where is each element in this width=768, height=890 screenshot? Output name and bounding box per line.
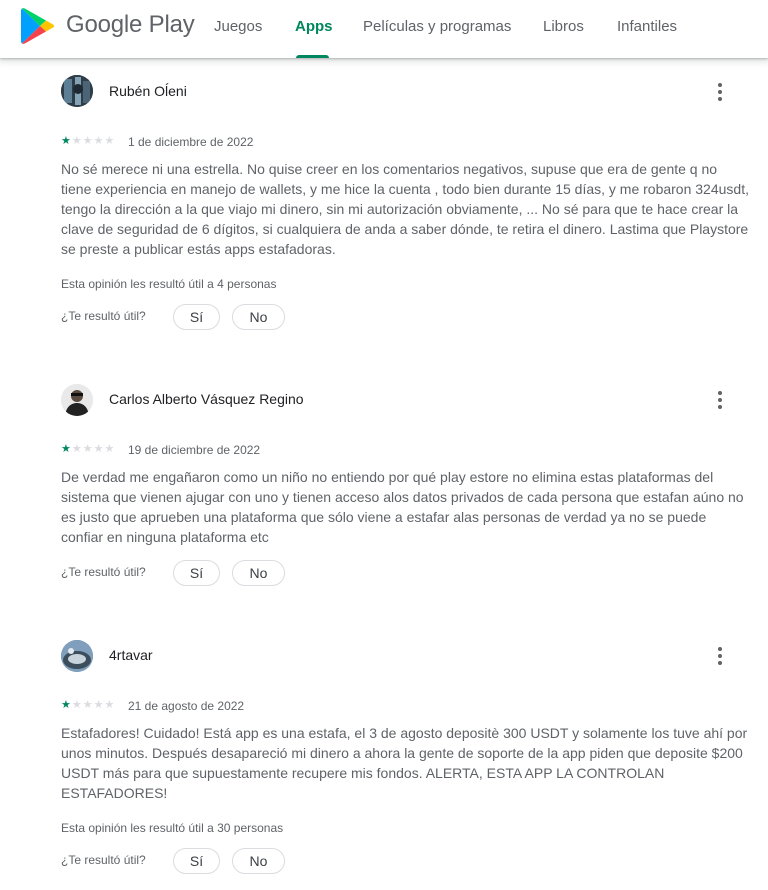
helpful-count: Esta opinión les resultó útil a 30 perso… bbox=[61, 821, 284, 835]
star-empty-icon: ★ bbox=[71, 443, 82, 455]
nav-tab-libros[interactable]: Libros bbox=[543, 18, 584, 35]
review-date: 19 de diciembre de 2022 bbox=[128, 443, 261, 457]
review-date: 21 de agosto de 2022 bbox=[128, 699, 245, 713]
helpful-yes-button[interactable]: Sí bbox=[173, 560, 220, 586]
avatar bbox=[61, 384, 93, 416]
star-empty-icon: ★ bbox=[93, 443, 104, 455]
review-text: De verdad me engañaron como un niño no e… bbox=[61, 469, 744, 545]
star-empty-icon: ★ bbox=[82, 135, 93, 147]
helpful-yes-button[interactable]: Sí bbox=[173, 304, 220, 330]
helpful-question: ¿Te resultó útil? bbox=[61, 309, 146, 323]
top-app-bar: Google Play Juegos Apps Películas y prog… bbox=[0, 0, 768, 58]
star-empty-icon: ★ bbox=[71, 699, 82, 711]
helpful-question: ¿Te resultó útil? bbox=[61, 565, 146, 579]
helpful-no-button[interactable]: No bbox=[232, 304, 285, 330]
google-play-logo-icon[interactable] bbox=[20, 7, 56, 45]
more-options-icon[interactable] bbox=[708, 80, 732, 104]
star-empty-icon: ★ bbox=[104, 443, 115, 455]
nav-tab-peliculas[interactable]: Películas y programas bbox=[363, 18, 511, 35]
star-empty-icon: ★ bbox=[104, 699, 115, 711]
avatar bbox=[61, 75, 93, 107]
nav-tab-juegos[interactable]: Juegos bbox=[214, 18, 262, 35]
review-text: No sé merece ni una estrella. No quise c… bbox=[61, 161, 749, 257]
star-empty-icon: ★ bbox=[82, 443, 93, 455]
helpful-question: ¿Te resultó útil? bbox=[61, 853, 146, 867]
star-filled-icon: ★ bbox=[61, 443, 71, 455]
star-rating: ★ ★ ★ ★ ★ bbox=[61, 700, 114, 711]
helpful-no-button[interactable]: No bbox=[232, 560, 285, 586]
review-text: Estafadores! Cuidado! Está app es una es… bbox=[61, 725, 748, 801]
active-tab-indicator bbox=[296, 55, 329, 58]
star-empty-icon: ★ bbox=[104, 135, 115, 147]
brand-name[interactable]: Google Play bbox=[66, 11, 195, 39]
star-rating: ★ ★ ★ ★ ★ bbox=[61, 136, 114, 147]
star-empty-icon: ★ bbox=[93, 699, 104, 711]
nav-tab-infantiles[interactable]: Infantiles bbox=[617, 18, 677, 35]
review-date: 1 de diciembre de 2022 bbox=[128, 135, 254, 149]
star-empty-icon: ★ bbox=[93, 135, 104, 147]
helpful-no-button[interactable]: No bbox=[232, 848, 285, 874]
review-author: 4rtavar bbox=[109, 647, 153, 663]
helpful-count: Esta opinión les resultó útil a 4 person… bbox=[61, 277, 277, 291]
star-filled-icon: ★ bbox=[61, 135, 71, 147]
helpful-yes-button[interactable]: Sí bbox=[173, 848, 220, 874]
review-author: Carlos Alberto Vásquez Regino bbox=[109, 391, 304, 407]
star-filled-icon: ★ bbox=[61, 699, 71, 711]
review-author: Rubén Oĺeni bbox=[109, 83, 187, 99]
star-empty-icon: ★ bbox=[71, 135, 82, 147]
more-options-icon[interactable] bbox=[708, 644, 732, 668]
more-options-icon[interactable] bbox=[708, 388, 732, 412]
star-empty-icon: ★ bbox=[82, 699, 93, 711]
star-rating: ★ ★ ★ ★ ★ bbox=[61, 444, 114, 455]
nav-tab-apps[interactable]: Apps bbox=[295, 18, 333, 35]
avatar bbox=[61, 640, 93, 672]
